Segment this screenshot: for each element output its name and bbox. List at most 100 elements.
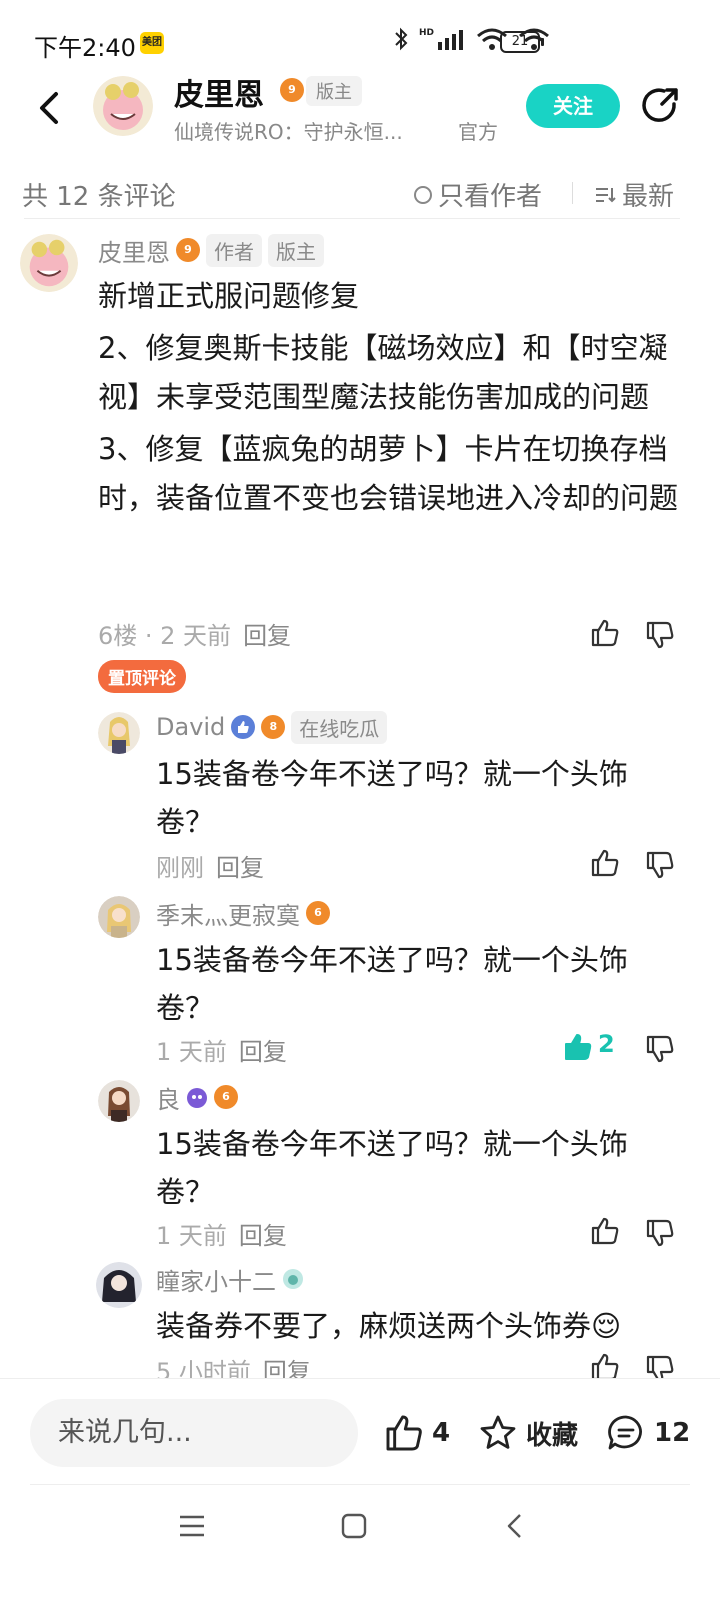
official-label: 官方 bbox=[458, 120, 498, 144]
back-arrow-icon[interactable] bbox=[30, 88, 70, 128]
comment-paragraph: 2、修复奥斯卡技能【磁场效应】和【时空凝视】未享受范围型魔法技能伤害加成的问题 bbox=[98, 331, 668, 414]
radio-icon bbox=[414, 185, 432, 204]
reply-button[interactable]: 回复 bbox=[239, 1038, 287, 1066]
dislike-icon[interactable] bbox=[645, 1218, 675, 1248]
reply-text: 装备券不要了，麻烦送两个头饰券😌 bbox=[156, 1309, 622, 1343]
level-badge-icon: 6 bbox=[306, 901, 330, 925]
comment-body: 新增正式服问题修复 2、修复奥斯卡技能【磁场效应】和【时空凝视】未享受范围型魔法… bbox=[98, 272, 688, 526]
author-tag: 作者 bbox=[206, 233, 262, 267]
reply-text: 15装备卷今年不送了吗？就一个头饰卷？ bbox=[156, 1127, 628, 1209]
reply-button[interactable]: 回复 bbox=[216, 854, 264, 882]
comments-button[interactable]: 12 bbox=[606, 1413, 690, 1453]
author-avatar[interactable] bbox=[93, 76, 153, 136]
reply-button[interactable]: 回复 bbox=[243, 622, 291, 650]
floor-time: 6楼 · 2 天前 bbox=[98, 622, 232, 650]
user-tag: 在线吃瓜 bbox=[291, 710, 388, 744]
sort-separator bbox=[572, 182, 573, 204]
menu-icon[interactable] bbox=[178, 1512, 206, 1540]
post-like-button[interactable]: 4 bbox=[384, 1413, 450, 1453]
replier-name[interactable]: David bbox=[156, 713, 225, 741]
meituan-app-icon: 美团 bbox=[140, 32, 164, 54]
replier-name[interactable]: 季末灬更寂寞 bbox=[156, 896, 300, 931]
comment-icon bbox=[608, 1415, 642, 1450]
badge-icon bbox=[187, 1088, 207, 1108]
replier-name[interactable]: 良 bbox=[156, 1080, 180, 1115]
level-badge-icon: 6 bbox=[214, 1085, 238, 1109]
comment-paragraph: 3、修复【蓝疯兔的胡萝卜】卡片在切换存档时，装备位置不变也会错误地进入冷却的问题 bbox=[98, 432, 679, 515]
post-header: 皮里恩 9 版主 仙境传说RO：守护永恒... 官方 关注 bbox=[0, 70, 720, 219]
reply-header: 良 6 bbox=[156, 1080, 238, 1114]
badge-icon bbox=[283, 1269, 303, 1289]
only-author-label: 只看作者 bbox=[438, 182, 543, 212]
pinned-badge: 置顶评论 bbox=[98, 660, 186, 693]
reply-time: 5 小时前 bbox=[156, 1358, 251, 1378]
battery-indicator: 21 bbox=[500, 31, 544, 53]
reply-header: 季末灬更寂寞 6 bbox=[156, 896, 330, 930]
dislike-icon[interactable] bbox=[645, 1354, 675, 1378]
comment-meta: 6楼 · 2 天前 回复 bbox=[98, 616, 291, 651]
favorite-button[interactable]: 收藏 bbox=[478, 1413, 578, 1453]
status-time: 下午2:40 bbox=[34, 34, 136, 62]
sort-list-icon bbox=[596, 187, 616, 202]
reply-time: 1 天前 bbox=[156, 1038, 227, 1066]
replier-name[interactable]: 瞳家小十二 bbox=[156, 1262, 276, 1297]
bottom-action-bar: 来说几句... 4 收藏 12 bbox=[0, 1378, 720, 1487]
dislike-icon[interactable] bbox=[645, 620, 675, 650]
moderator-tag: 版主 bbox=[268, 233, 324, 267]
home-icon[interactable] bbox=[340, 1512, 368, 1540]
like-icon[interactable] bbox=[590, 848, 620, 878]
sort-newest-label: 最新 bbox=[622, 182, 675, 212]
reply-button[interactable]: 回复 bbox=[263, 1358, 311, 1378]
status-bar: 下午2:40 美团 HD 21 bbox=[0, 0, 720, 80]
favorite-label: 收藏 bbox=[526, 1420, 579, 1451]
level-badge-icon: 9 bbox=[280, 78, 304, 102]
role-badge: 版主 bbox=[306, 76, 362, 106]
like-icon[interactable] bbox=[590, 618, 620, 648]
back-icon[interactable] bbox=[502, 1512, 530, 1540]
comment-input[interactable]: 来说几句... bbox=[30, 1399, 358, 1467]
replier-avatar[interactable] bbox=[96, 1262, 142, 1308]
author-name[interactable]: 皮里恩 bbox=[174, 70, 264, 114]
bluetooth-icon bbox=[395, 27, 408, 51]
liked-icon[interactable] bbox=[563, 1032, 593, 1062]
comment-paragraph: 新增正式服问题修复 bbox=[98, 279, 360, 313]
like-icon[interactable] bbox=[590, 1352, 620, 1378]
dislike-icon[interactable] bbox=[645, 850, 675, 880]
dislike-icon[interactable] bbox=[645, 1034, 675, 1064]
reply-header: David 8 在线吃瓜 bbox=[156, 710, 388, 744]
nav-divider bbox=[30, 1484, 690, 1485]
like-icon bbox=[386, 1415, 422, 1451]
reply-text: 15装备卷今年不送了吗？就一个头饰卷？ bbox=[156, 757, 628, 839]
level-badge-icon: 9 bbox=[176, 238, 200, 262]
commenter-avatar[interactable] bbox=[20, 234, 78, 292]
system-nav-bar bbox=[0, 1490, 720, 1600]
replier-avatar[interactable] bbox=[98, 896, 140, 938]
follow-button[interactable]: 关注 bbox=[526, 84, 620, 128]
reply-text: 15装备卷今年不送了吗？就一个头饰卷？ bbox=[156, 943, 628, 1025]
game-name[interactable]: 仙境传说RO：守护永恒... bbox=[174, 116, 403, 145]
reply-meta: 1 天前 回复 bbox=[156, 1216, 287, 1251]
replier-avatar[interactable] bbox=[98, 1080, 140, 1122]
like-icon[interactable] bbox=[590, 1216, 620, 1246]
reply-meta: 刚刚 回复 bbox=[156, 848, 264, 883]
reply-header: 瞳家小十二 bbox=[156, 1262, 304, 1296]
level-badge-icon: 8 bbox=[261, 715, 286, 739]
commenter-name[interactable]: 皮里恩 bbox=[98, 233, 170, 268]
comment-total: 共 12 条评论 bbox=[22, 182, 176, 212]
post-like-count: 4 bbox=[432, 1418, 451, 1448]
only-author-toggle[interactable]: 只看作者 bbox=[414, 176, 542, 213]
replier-avatar[interactable] bbox=[98, 712, 140, 754]
sort-newest-button[interactable]: 最新 bbox=[594, 176, 674, 213]
reply-meta: 5 小时前 回复 bbox=[156, 1352, 311, 1378]
reply-time: 刚刚 bbox=[156, 854, 204, 882]
sort-bar: 共 12 条评论 只看作者 最新 bbox=[0, 170, 720, 216]
reply-button[interactable]: 回复 bbox=[239, 1222, 287, 1250]
comment-header: 皮里恩 9 作者 版主 bbox=[98, 232, 324, 268]
reply-time: 1 天前 bbox=[156, 1222, 227, 1250]
reply-meta: 1 天前 回复 bbox=[156, 1032, 287, 1067]
share-icon[interactable] bbox=[640, 86, 680, 126]
signal-icon bbox=[438, 30, 463, 50]
comment-count: 12 bbox=[654, 1418, 691, 1448]
star-icon bbox=[480, 1415, 516, 1449]
reply-item: 瞳家小十二 装备券不要了，麻烦送两个头饰券😌 5 小时前 回复 bbox=[0, 1262, 720, 1378]
